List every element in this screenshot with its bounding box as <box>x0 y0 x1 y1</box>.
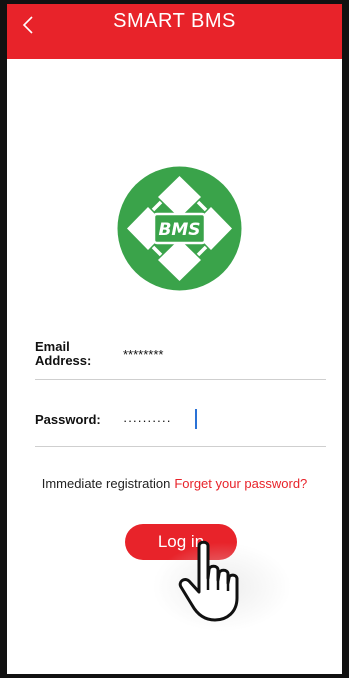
page-title: SMART BMS <box>113 10 236 32</box>
app-header: SMART BMS <box>7 4 342 59</box>
password-row: Password: <box>35 399 326 447</box>
password-input[interactable] <box>123 410 323 430</box>
email-row: Email Address: <box>35 330 326 380</box>
back-button[interactable] <box>17 12 39 38</box>
password-label: Password: <box>35 412 101 427</box>
logo-text: BMS <box>158 220 200 240</box>
register-link[interactable]: Immediate registration <box>42 476 171 491</box>
email-label: Email Address: <box>35 339 92 368</box>
auth-links: Immediate registration Forget your passwo… <box>7 476 342 491</box>
pointing-hand-icon <box>178 540 239 622</box>
bms-logo: BMS <box>117 166 242 291</box>
chevron-left-icon <box>22 16 33 34</box>
text-cursor <box>195 409 197 429</box>
email-input[interactable] <box>123 344 323 364</box>
app-screen: SMART BMS BMS Email Address: Password: I… <box>0 0 349 678</box>
forgot-password-link[interactable]: Forget your password? <box>174 476 307 491</box>
